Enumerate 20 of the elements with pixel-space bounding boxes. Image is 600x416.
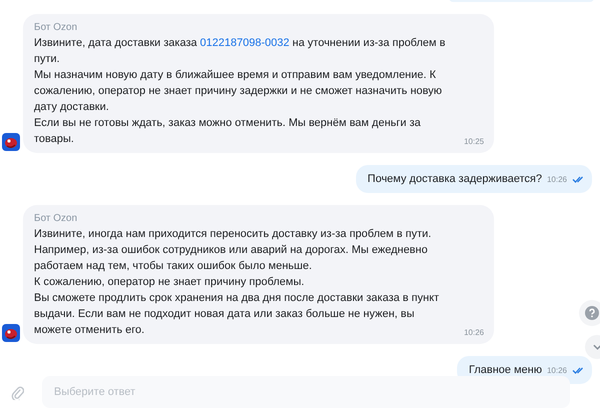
question-icon <box>585 306 599 320</box>
sender-name: Бот Ozon <box>34 212 78 226</box>
message-time: 10:26 <box>464 328 484 337</box>
message-text: Извините, иногда нам приходится переносить доставку из-за проблем в пути. Например, из-за ошибок сотрудников или аварий на дорогах. Мы ежедневно работаем над тем, чтобы таких ошибок было меньше. <box>34 227 432 274</box>
reply-input-field[interactable]: Выберите ответ <box>42 376 570 408</box>
message-text: Мы назначим новую дату в ближайшее время и отправим вам уведомление. К сожалению, оператор не знает причину задержки и не сможет назначить новую дату доставки. <box>34 68 443 115</box>
message-time: 10:25 <box>464 137 484 146</box>
order-number-link[interactable]: 0122187098-0032 <box>200 37 290 49</box>
chevron-down-icon <box>592 344 600 350</box>
message-time: 10:26 <box>546 366 567 374</box>
message-text: Если вы не готовы ждать, заказ можно отменить. Мы вернём вам деньги за товары. <box>34 116 422 147</box>
message-text: К сожалению, оператор не знает причину проблемы. <box>34 275 306 290</box>
paperclip-icon[interactable] <box>11 384 24 400</box>
message-text: Извините, дата доставки заказа 0122187098-0032 на уточнении из-за проблем в пути. <box>34 36 446 67</box>
message-text: Вы сможете продлить срок хранения на два дня после доставки заказа в пункт выдачи. Если вам не подходит новая дата или заказ больше не нужен, вы можете отменить его. <box>34 291 440 338</box>
message-text: Главное меню <box>468 363 542 377</box>
message-time: 10:26 <box>546 174 567 184</box>
message-text: Почему доставка задерживается? <box>368 172 542 186</box>
sender-name: Бот Ozon <box>34 21 78 35</box>
help-button[interactable] <box>579 300 600 326</box>
